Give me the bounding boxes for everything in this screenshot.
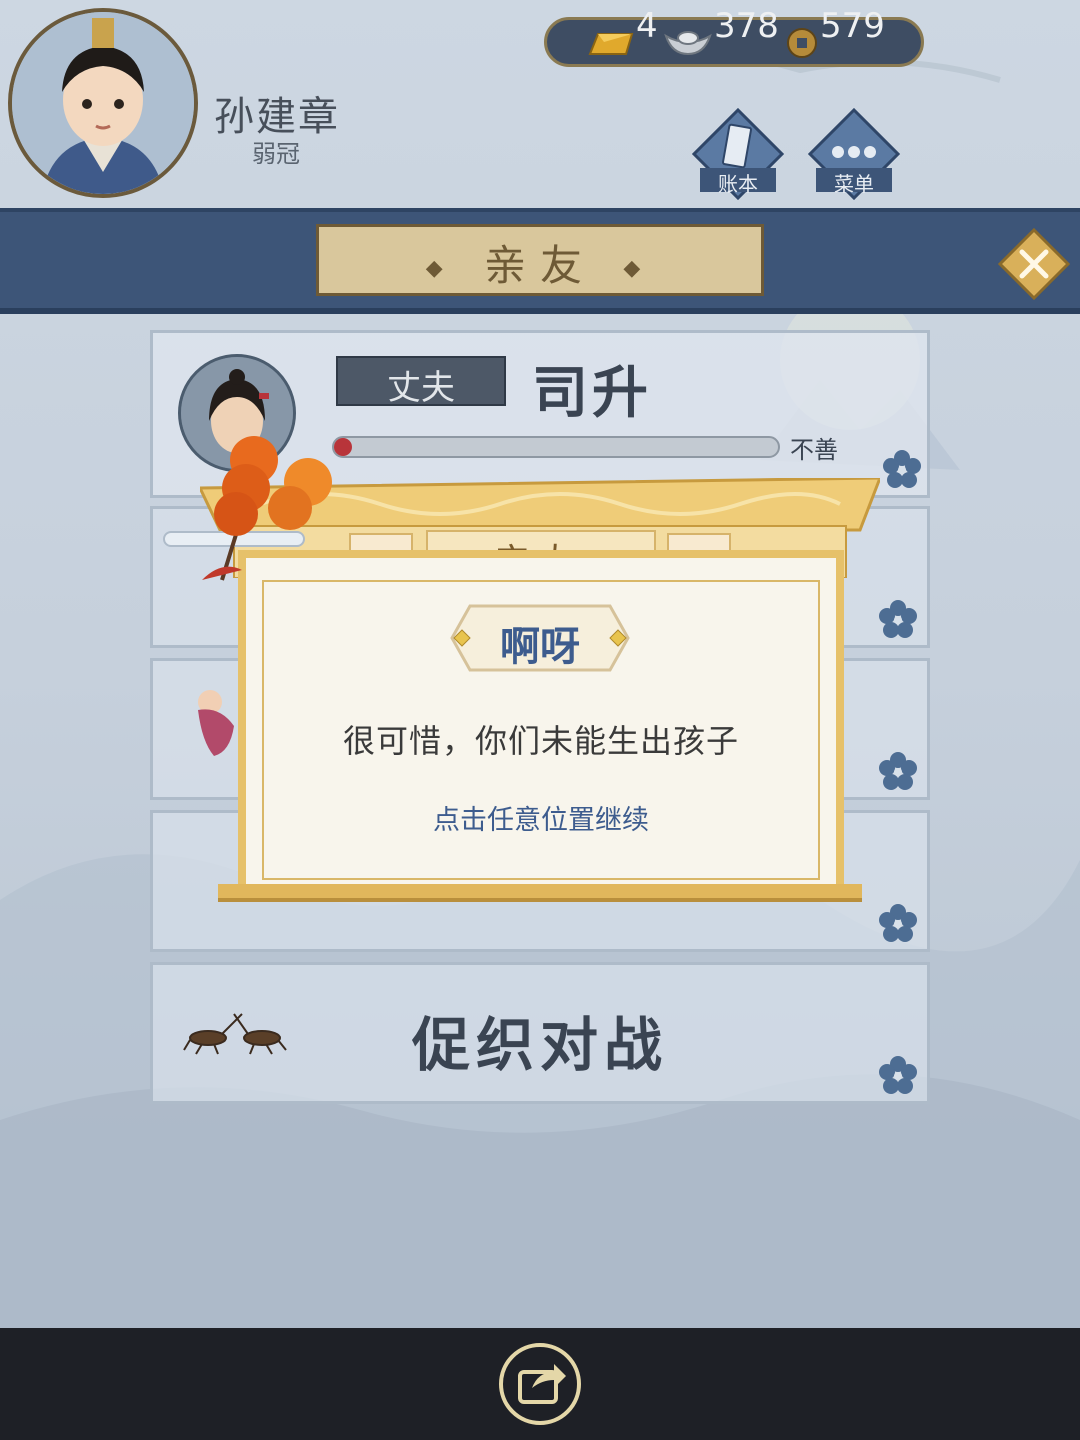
coin-count: 579 xyxy=(820,6,885,46)
player-avatar[interactable] xyxy=(8,8,198,198)
relation-label: 丈夫 xyxy=(387,368,455,408)
ledger-label: 账本 xyxy=(718,172,758,196)
favor-label: 不善 xyxy=(790,436,838,464)
banner-title-text: 亲友 xyxy=(483,241,596,290)
ledger-button[interactable]: 账本 xyxy=(691,107,785,201)
diamond-ornament-icon: ◆ xyxy=(425,256,457,281)
dialog-badge-text: 啊呀 xyxy=(500,624,580,670)
silver-count: 378 xyxy=(714,6,779,46)
share-button[interactable] xyxy=(498,1342,582,1426)
tanghulu-icon xyxy=(163,436,332,581)
plum-flower-icon xyxy=(879,904,917,942)
cricket-battle-label: 促织对战 xyxy=(411,1011,668,1079)
baby-icon xyxy=(198,690,234,756)
share-icon xyxy=(499,1343,581,1425)
plum-flower-icon xyxy=(879,600,917,638)
close-button[interactable] xyxy=(997,227,1071,301)
dialog-message: 很可惜，你们未能生出孩子 xyxy=(342,722,739,760)
plum-flower-icon xyxy=(883,450,921,488)
gold-bar-icon xyxy=(588,33,634,55)
menu-button[interactable]: 菜单 xyxy=(807,107,901,201)
plum-flower-icon xyxy=(879,752,917,790)
menu-label: 菜单 xyxy=(834,172,874,196)
gold-count: 4 xyxy=(636,6,658,46)
dialog-base xyxy=(218,884,862,902)
close-icon xyxy=(997,227,1071,301)
favor-bar xyxy=(332,436,780,458)
spouse-name: 司升 xyxy=(532,361,652,426)
banner-title: ◆ 亲友 ◆ xyxy=(316,232,764,293)
player-age-title: 弱冠 xyxy=(252,140,300,168)
player-portrait-icon xyxy=(12,12,194,194)
silver-ingot-icon xyxy=(664,31,712,56)
coin-icon xyxy=(787,28,817,58)
continue-hint[interactable]: 点击任意位置继续 xyxy=(238,798,844,837)
diamond-ornament-icon: ◆ xyxy=(623,256,655,281)
plum-flower-icon xyxy=(879,1056,917,1094)
